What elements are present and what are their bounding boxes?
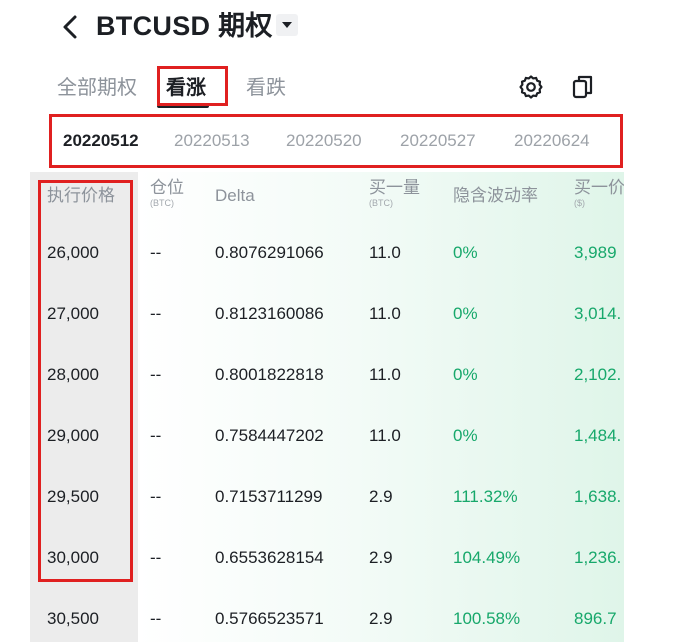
header-bid-price-unit: ($) (574, 198, 585, 208)
cell-bid-price: 1,484. (574, 426, 622, 445)
cell-bid-price: 1,638. (574, 487, 622, 506)
cell-delta: 0.7584447202 (215, 426, 324, 445)
header-bid-size-unit: (BTC) (369, 198, 393, 208)
cell-strike: 28,000 (47, 365, 99, 384)
back-arrow-icon[interactable] (58, 12, 84, 42)
cell-strike: 30,500 (47, 609, 99, 628)
cell-position: -- (150, 487, 162, 506)
cell-strike: 29,000 (47, 426, 99, 445)
top-bar: BTCUSD 期权 (0, 0, 682, 56)
cell-strike: 29,500 (47, 487, 99, 506)
cell-position: -- (150, 243, 162, 262)
cell-delta: 0.8001822818 (215, 365, 324, 384)
cell-bid-size: 11.0 (369, 304, 401, 323)
call-tab-highlight-box (157, 66, 228, 106)
caret-down-icon[interactable] (276, 14, 298, 36)
expiry-date-item[interactable]: 20220520 (286, 130, 362, 152)
header-implied-volatility: 隐含波动率 (453, 186, 538, 205)
cell-bid-size: 2.9 (369, 487, 393, 506)
copy-icon[interactable] (570, 73, 596, 101)
cell-delta: 0.8076291066 (215, 243, 324, 262)
cell-strike: 26,000 (47, 243, 99, 262)
header-position: 仓位 (150, 178, 184, 197)
cell-bid-price: 3,014. (574, 304, 622, 323)
cell-delta: 0.7153711299 (215, 487, 323, 506)
cell-implied-volatility: 0% (453, 426, 478, 445)
header-delta: Delta (215, 186, 255, 205)
cell-position: -- (150, 548, 162, 567)
expiry-date-selector: 20220512 20220513 20220520 20220527 2022… (49, 114, 623, 168)
header-position-unit: (BTC) (150, 198, 174, 208)
cell-delta: 0.8123160086 (215, 304, 324, 323)
expiry-date-item[interactable]: 20220624 (514, 130, 590, 152)
expiry-date-item[interactable]: 20220513 (174, 130, 250, 152)
cell-bid-price: 3,989 (574, 243, 617, 262)
cell-position: -- (150, 609, 162, 628)
cell-implied-volatility: 100.58% (453, 609, 521, 628)
header-bid-size: 买一量 (369, 178, 420, 197)
cell-implied-volatility: 0% (453, 243, 478, 262)
cell-position: -- (150, 426, 162, 445)
cell-bid-price: 1,236. (574, 548, 622, 567)
cell-position: -- (150, 365, 162, 384)
cell-implied-volatility: 104.49% (453, 548, 521, 567)
cell-delta: 0.6553628154 (215, 548, 324, 567)
option-type-tabs: 全部期权 看涨 看跌 (0, 60, 682, 114)
page-title: BTCUSD 期权 (96, 11, 273, 41)
cell-implied-volatility: 0% (453, 304, 478, 323)
header-bid-price: 买一价 (574, 178, 624, 197)
cell-bid-size: 11.0 (369, 426, 401, 445)
cell-implied-volatility: 0% (453, 365, 478, 384)
tab-all-options[interactable]: 全部期权 (57, 74, 137, 102)
cell-bid-price: 896.7 (574, 609, 617, 628)
cell-implied-volatility: 111.32% (453, 487, 518, 506)
cell-strike: 30,000 (47, 548, 99, 567)
cell-bid-size: 11.0 (369, 365, 401, 384)
expiry-date-item[interactable]: 20220527 (400, 130, 476, 152)
cell-bid-price: 2,102. (574, 365, 622, 384)
cell-bid-size: 11.0 (369, 243, 401, 262)
expiry-date-item[interactable]: 20220512 (63, 130, 139, 152)
cell-position: -- (150, 304, 162, 323)
cell-bid-size: 2.9 (369, 548, 393, 567)
options-chain-table: 执行价格 仓位 (BTC) Delta 买一量 (BTC) 隐含波动率 26,0… (0, 172, 682, 642)
gear-icon[interactable] (518, 74, 544, 100)
header-strike-price: 执行价格 (47, 186, 115, 205)
bid-price-column: 买一价 ($) 3,989 3,014. 2,102. 1,484. 1,638. 1,2… (572, 172, 624, 642)
cell-bid-size: 2.9 (369, 609, 393, 628)
tab-put[interactable]: 看跌 (246, 74, 286, 102)
cell-strike: 27,000 (47, 304, 99, 323)
cell-delta: 0.5766523571 (215, 609, 324, 628)
